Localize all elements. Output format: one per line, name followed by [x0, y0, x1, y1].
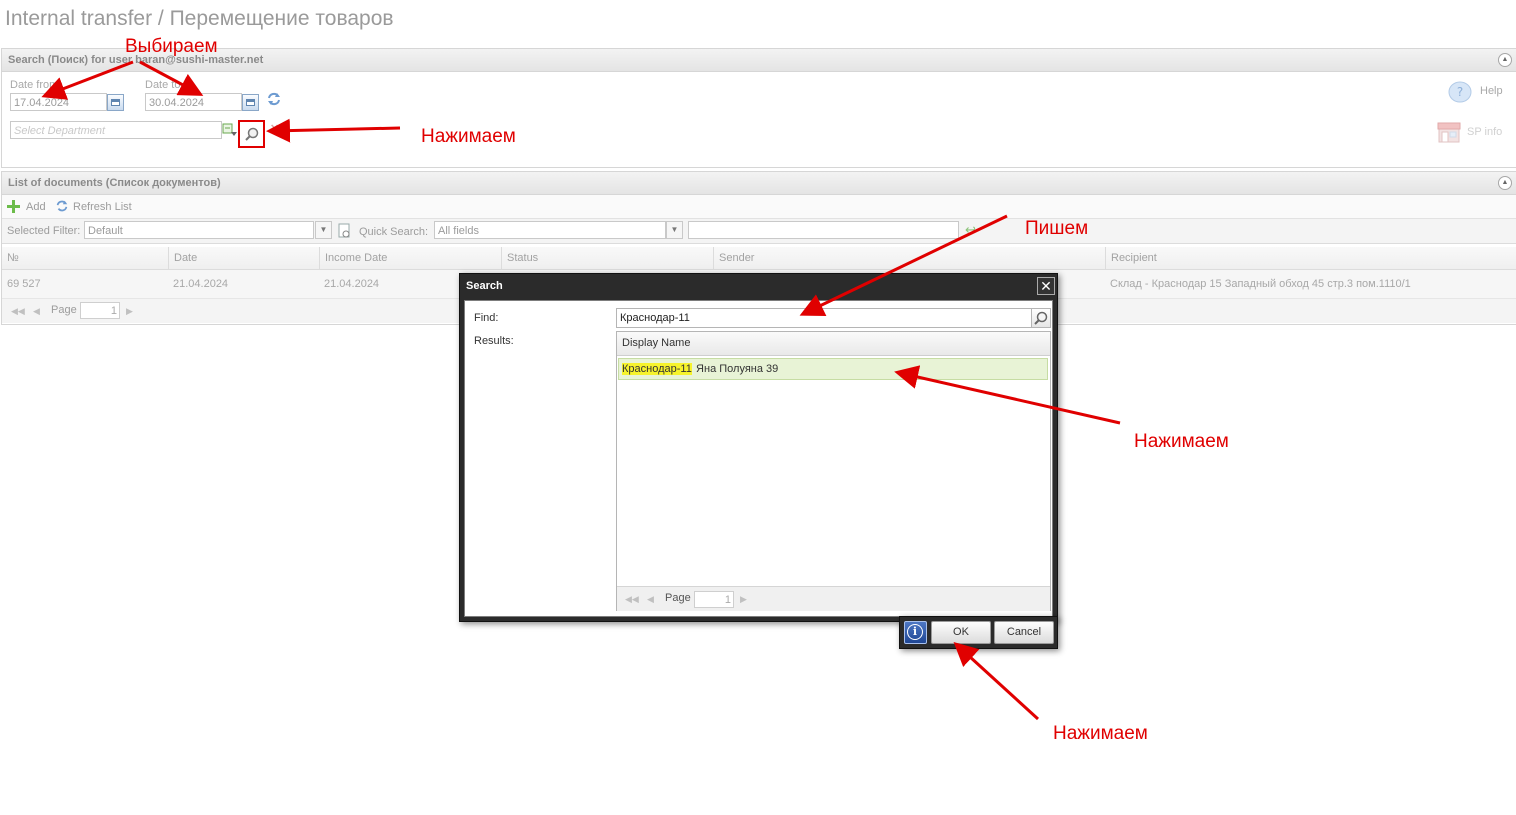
annotation-click-result: Нажимаем [1134, 431, 1229, 452]
annotation-arrow-result-row [894, 365, 1121, 425]
annotation-arrow-ok-button [953, 641, 1040, 721]
annotation-click-search: Нажимаем [421, 126, 516, 147]
annotation-arrow-find-input [799, 214, 1008, 317]
annotation-choose: Выбираем [125, 36, 218, 57]
annotation-arrows [41, 60, 1121, 721]
annotation-click-ok: Нажимаем [1053, 723, 1148, 744]
annotation-arrow-department-search [266, 118, 401, 143]
annotation-write: Пишем [1025, 218, 1089, 239]
annotation-arrow-date-to [139, 60, 204, 96]
annotation-arrow-date-from [41, 60, 134, 100]
